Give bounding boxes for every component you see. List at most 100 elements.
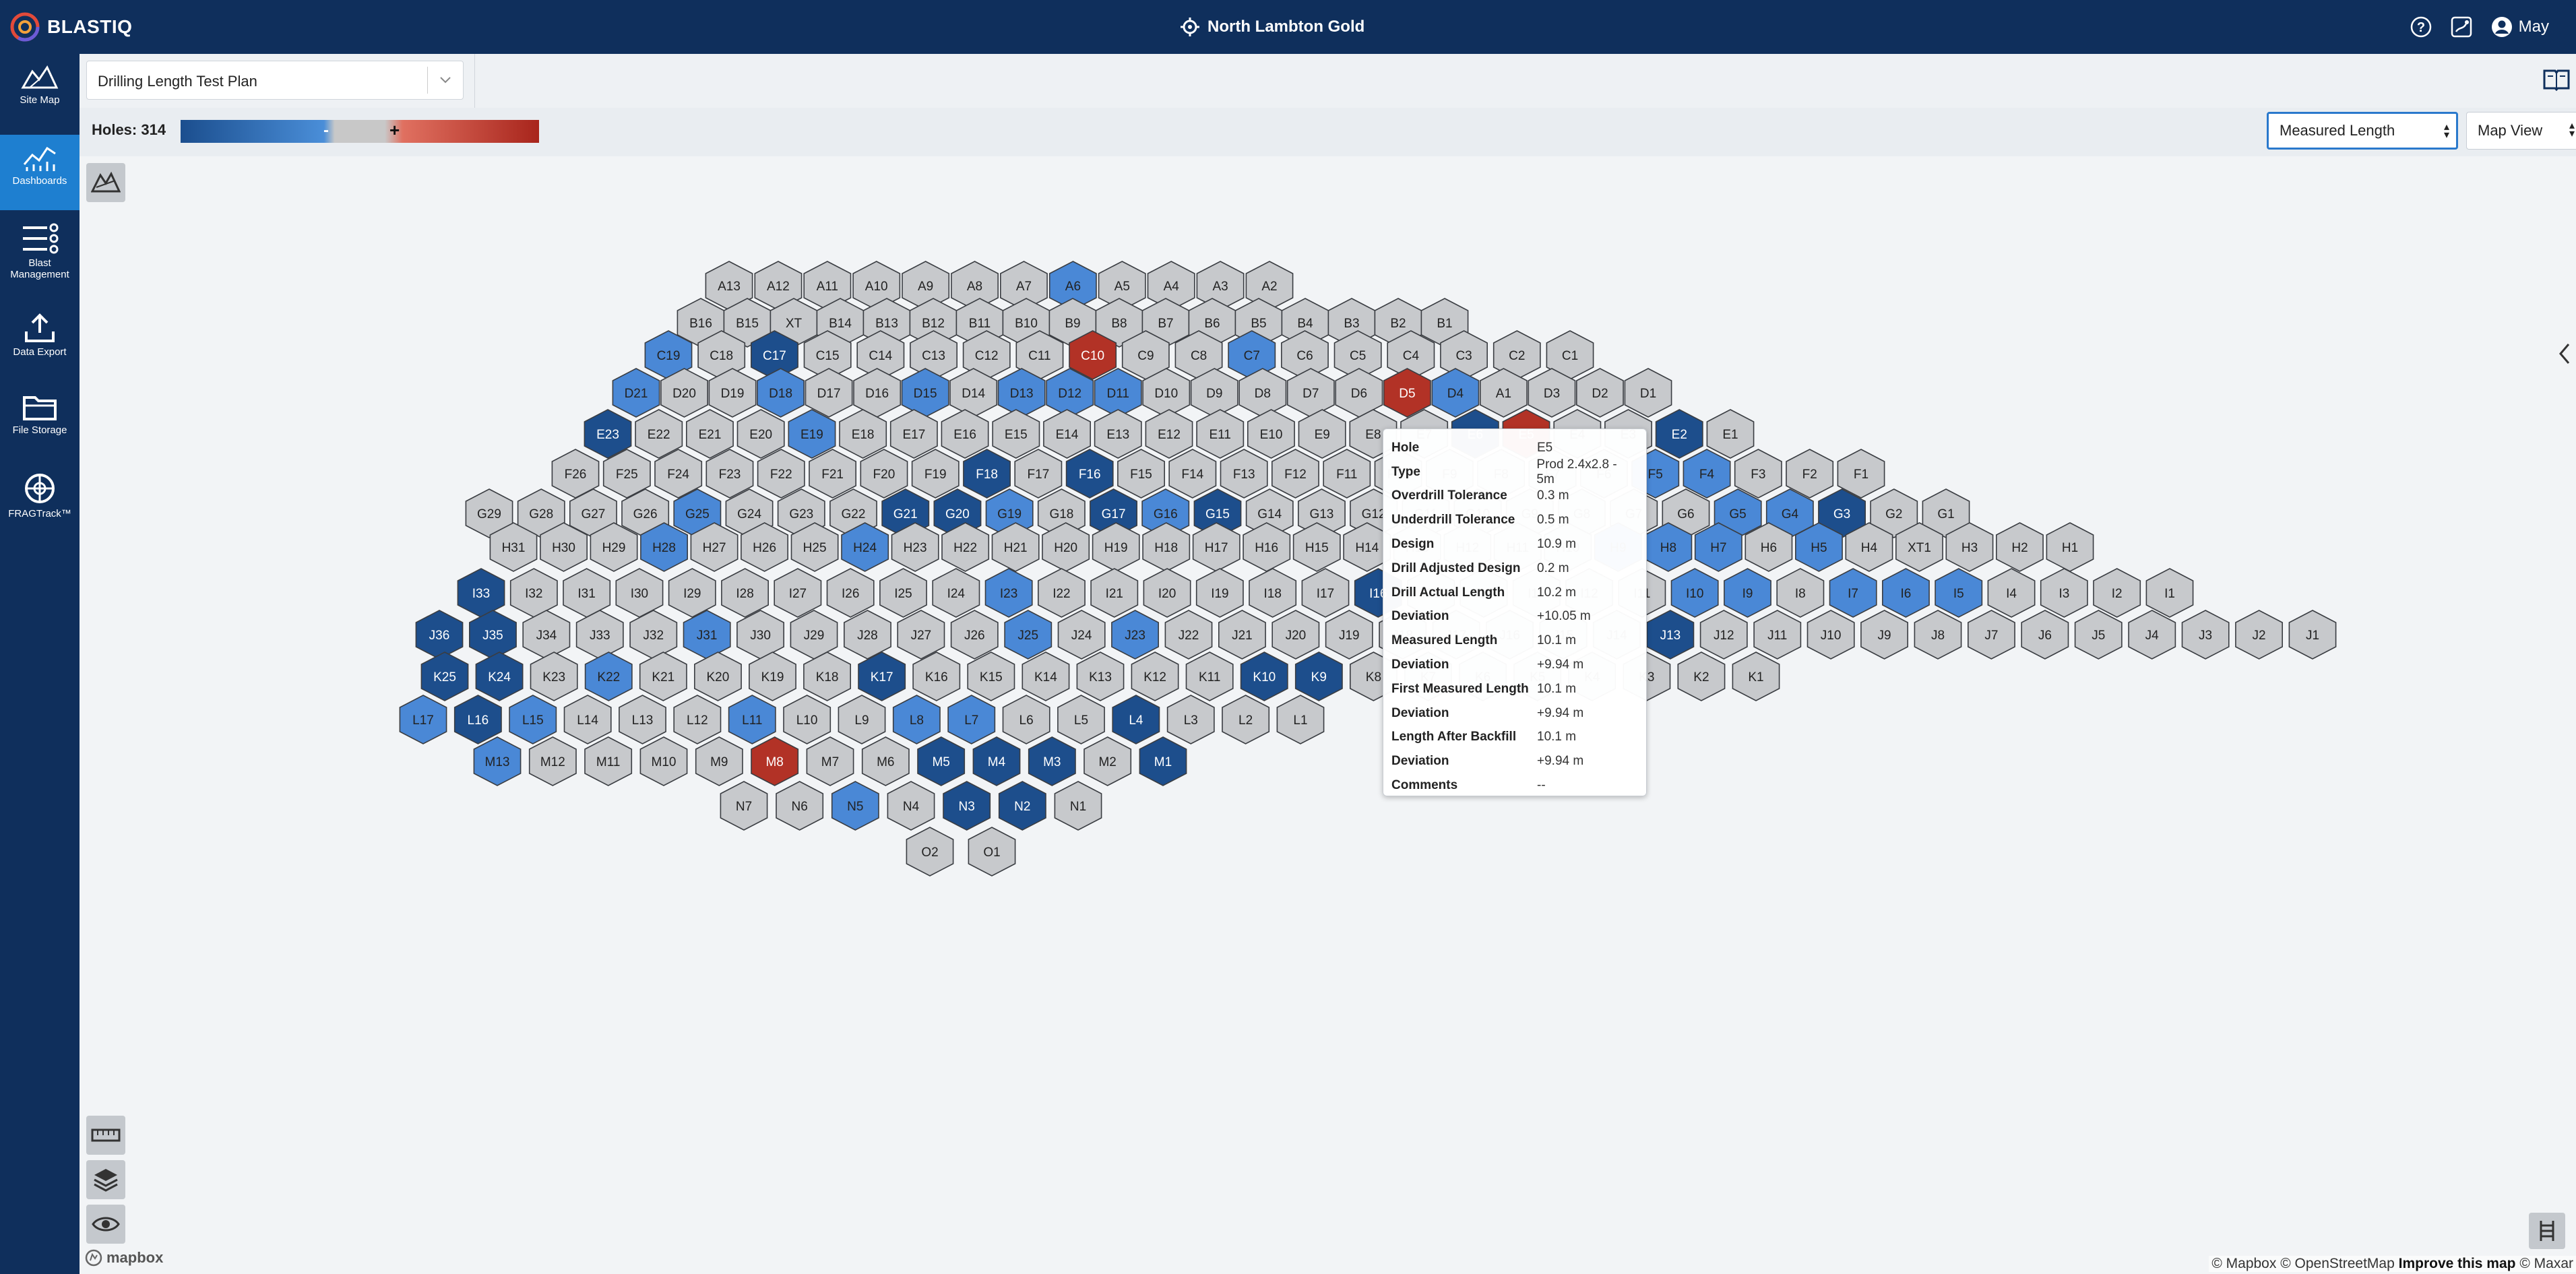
blast-hole-i33[interactable]: I33 [457, 568, 505, 618]
blast-hole-i28[interactable]: I28 [721, 568, 769, 618]
blast-hole-j23[interactable]: J23 [1111, 610, 1159, 660]
blast-hole-i4[interactable]: I4 [1987, 568, 2036, 618]
blast-hole-l17[interactable]: L17 [399, 695, 447, 744]
app-logo[interactable]: BLASTIQ [9, 11, 132, 43]
nav-dashboards[interactable]: Dashboards [0, 135, 80, 210]
blast-hole-f3[interactable]: F3 [1734, 449, 1782, 499]
blast-hole-k9[interactable]: K9 [1294, 651, 1343, 701]
blast-hole-j12[interactable]: J12 [1699, 610, 1748, 660]
blast-hole-l8[interactable]: L8 [892, 695, 941, 744]
nav-fragtrack[interactable]: FRAGTrack™ [0, 472, 80, 539]
blast-hole-j25[interactable]: J25 [1004, 610, 1053, 660]
blast-hole-i18[interactable]: I18 [1249, 568, 1297, 618]
blast-hole-n2[interactable]: N2 [998, 781, 1046, 831]
blast-hole-h1[interactable]: H1 [2046, 522, 2094, 572]
blast-hole-i25[interactable]: I25 [879, 568, 927, 618]
blast-hole-k18[interactable]: K18 [803, 651, 851, 701]
blast-hole-o2[interactable]: O2 [906, 827, 954, 877]
blast-hole-j8[interactable]: J8 [1914, 610, 1962, 660]
blast-hole-i3[interactable]: I3 [2040, 568, 2088, 618]
blast-hole-m13[interactable]: M13 [473, 736, 522, 786]
blast-hole-l12[interactable]: L12 [673, 695, 722, 744]
blast-hole-i20[interactable]: I20 [1143, 568, 1191, 618]
blast-hole-d2[interactable]: D2 [1576, 368, 1624, 418]
blast-hole-f4[interactable]: F4 [1683, 449, 1731, 499]
blast-hole-f20[interactable]: F20 [860, 449, 908, 499]
blast-hole-j10[interactable]: J10 [1807, 610, 1855, 660]
blast-hole-n5[interactable]: N5 [831, 781, 879, 831]
blast-hole-k22[interactable]: K22 [584, 651, 633, 701]
blast-hole-n7[interactable]: N7 [720, 781, 768, 831]
mapbox-logo[interactable]: mapbox [85, 1249, 163, 1267]
blast-hole-m6[interactable]: M6 [861, 736, 910, 786]
blast-hole-f21[interactable]: F21 [809, 449, 856, 499]
blast-hole-m12[interactable]: M12 [528, 736, 577, 786]
blast-hole-f13[interactable]: F13 [1220, 449, 1268, 499]
blast-hole-k25[interactable]: K25 [420, 651, 469, 701]
nav-site-map[interactable]: Site Map [0, 62, 80, 129]
nav-file-storage[interactable]: File Storage [0, 392, 80, 459]
blast-hole-d21[interactable]: D21 [612, 368, 660, 418]
blast-hole-n1[interactable]: N1 [1054, 781, 1102, 831]
blast-hole-j35[interactable]: J35 [468, 610, 517, 660]
blast-hole-i22[interactable]: I22 [1038, 568, 1086, 618]
blast-hole-i9[interactable]: I9 [1724, 568, 1771, 618]
blast-hole-f15[interactable]: F15 [1117, 449, 1165, 499]
blast-hole-l6[interactable]: L6 [1002, 695, 1050, 744]
blast-hole-j31[interactable]: J31 [683, 610, 731, 660]
blast-hole-m8[interactable]: M8 [751, 736, 799, 786]
blast-hole-l1[interactable]: L1 [1276, 695, 1325, 744]
blast-hole-i17[interactable]: I17 [1301, 568, 1350, 618]
blast-hole-l3[interactable]: L3 [1166, 695, 1215, 744]
blast-hole-k13[interactable]: K13 [1076, 651, 1125, 701]
blast-hole-i29[interactable]: I29 [668, 568, 716, 618]
blast-hole-m10[interactable]: M10 [639, 736, 688, 786]
blast-hole-i5[interactable]: I5 [1935, 568, 1983, 618]
blast-hole-j5[interactable]: J5 [2074, 610, 2123, 660]
table-toggle-button[interactable] [2529, 1213, 2565, 1249]
blast-hole-i32[interactable]: I32 [509, 568, 558, 618]
blast-hole-e15[interactable]: E15 [992, 409, 1040, 459]
blast-hole-i19[interactable]: I19 [1195, 568, 1244, 618]
improve-map-link[interactable]: Improve this map [2399, 1256, 2516, 1271]
blast-hole-d15[interactable]: D15 [901, 368, 949, 418]
blast-hole-f14[interactable]: F14 [1168, 449, 1217, 499]
blast-hole-i31[interactable]: I31 [563, 568, 611, 618]
blast-hole-f17[interactable]: F17 [1014, 449, 1063, 499]
blast-hole-k15[interactable]: K15 [967, 651, 1015, 701]
blast-hole-j13[interactable]: J13 [1646, 610, 1695, 660]
blast-hole-m9[interactable]: M9 [695, 736, 743, 786]
blast-hole-j4[interactable]: J4 [2128, 610, 2176, 660]
blast-hole-m3[interactable]: M3 [1028, 736, 1076, 786]
blast-hole-j21[interactable]: J21 [1218, 610, 1266, 660]
blast-hole-f19[interactable]: F19 [911, 449, 960, 499]
blast-hole-l15[interactable]: L15 [509, 695, 557, 744]
blast-hole-e11[interactable]: E11 [1196, 409, 1245, 459]
blast-hole-i26[interactable]: I26 [826, 568, 875, 618]
metric-select[interactable]: Measured Length ▴ ▾ [2267, 112, 2458, 150]
blast-hole-j6[interactable]: J6 [2021, 610, 2069, 660]
blast-hole-e17[interactable]: E17 [889, 409, 938, 459]
blast-hole-i8[interactable]: I8 [1776, 568, 1825, 618]
blast-hole-l2[interactable]: L2 [1222, 695, 1270, 744]
blast-hole-k21[interactable]: K21 [639, 651, 687, 701]
blast-hole-l16[interactable]: L16 [453, 695, 502, 744]
blast-hole-m2[interactable]: M2 [1083, 736, 1132, 786]
blast-hole-j26[interactable]: J26 [950, 610, 999, 660]
blast-hole-k24[interactable]: K24 [475, 651, 524, 701]
nav-blast-management[interactable]: Blast Management [0, 222, 80, 302]
blast-hole-e14[interactable]: E14 [1043, 409, 1091, 459]
blast-hole-k20[interactable]: K20 [693, 651, 742, 701]
blast-hole-m4[interactable]: M4 [972, 736, 1021, 786]
blast-hole-l4[interactable]: L4 [1112, 695, 1160, 744]
blast-hole-j1[interactable]: J1 [2288, 610, 2337, 660]
blast-hole-j9[interactable]: J9 [1860, 610, 1908, 660]
blast-hole-k23[interactable]: K23 [530, 651, 578, 701]
blast-hole-k14[interactable]: K14 [1022, 651, 1070, 701]
blast-hole-i2[interactable]: I2 [2093, 568, 2141, 618]
blast-hole-f12[interactable]: F12 [1271, 449, 1319, 499]
blast-hole-j33[interactable]: J33 [575, 610, 624, 660]
blast-hole-l10[interactable]: L10 [783, 695, 831, 744]
blast-hole-e1[interactable]: E1 [1706, 409, 1755, 459]
blast-hole-e16[interactable]: E16 [941, 409, 989, 459]
